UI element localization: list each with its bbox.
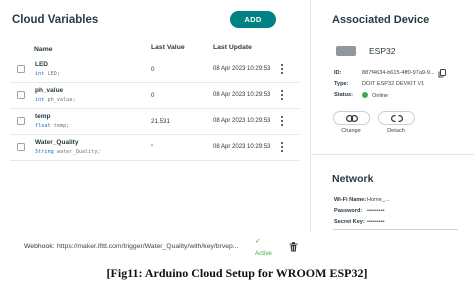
variable-last-value: 21.531 xyxy=(151,118,170,125)
variable-last-update: 08 Apr 2023 10:29:53 xyxy=(213,92,271,98)
device-type-value: DOIT ESP32 DEVKIT V1 xyxy=(362,81,425,87)
secret-key-label: Secret Key: xyxy=(334,219,365,225)
cloud-variables-title: Cloud Variables xyxy=(12,14,99,26)
device-status-value: Online xyxy=(362,92,388,99)
more-options-icon[interactable] xyxy=(278,114,286,128)
associated-device-title: Associated Device xyxy=(332,14,430,26)
password-label: Password: xyxy=(334,208,363,214)
more-options-icon[interactable] xyxy=(278,88,286,102)
variable-declaration: float temp; xyxy=(35,123,70,129)
variable-declaration: int LED; xyxy=(35,71,60,77)
more-options-icon[interactable] xyxy=(278,62,286,76)
device-id-label: ID: xyxy=(334,70,342,76)
device-type-label: Type: xyxy=(334,81,349,87)
detach-device-button[interactable] xyxy=(378,111,415,125)
wifi-name-value: Home_... xyxy=(367,197,390,203)
check-icon: ✓ xyxy=(255,238,261,245)
copy-icon[interactable] xyxy=(438,69,446,78)
variable-declaration: int ph_value; xyxy=(35,97,76,103)
online-status-dot xyxy=(362,92,368,98)
wifi-name-label: Wi-Fi Name: xyxy=(334,197,367,203)
column-header-last-value: Last Value xyxy=(151,44,185,51)
change-device-button[interactable] xyxy=(333,111,370,125)
device-name: ESP32 xyxy=(369,46,396,56)
network-title: Network xyxy=(332,173,374,185)
table-row[interactable]: ph_value int ph_value; 0 08 Apr 2023 10:… xyxy=(10,83,300,109)
network-divider xyxy=(333,229,458,230)
arduino-cloud-thing-setup: Cloud Variables ADD Name ↓ Last Value Las… xyxy=(0,0,474,262)
variable-name: LED xyxy=(35,61,48,68)
variable-last-value: 0 xyxy=(151,92,155,99)
row-checkbox[interactable] xyxy=(17,91,25,99)
panel-divider xyxy=(310,0,311,232)
section-divider xyxy=(311,154,474,155)
webhook-label: Webhook: xyxy=(24,243,55,250)
table-row[interactable]: temp float temp; 21.531 08 Apr 2023 10:2… xyxy=(10,109,300,135)
unlink-icon xyxy=(390,114,403,122)
row-checkbox[interactable] xyxy=(17,65,25,73)
variable-last-update: 08 Apr 2023 10:29:53 xyxy=(213,66,271,72)
cloud-variables-panel: Cloud Variables ADD Name ↓ Last Value Las… xyxy=(0,0,310,232)
add-variable-button[interactable]: ADD xyxy=(230,11,276,28)
variable-name: Water_Quality xyxy=(35,139,79,146)
detach-label: Detach xyxy=(387,128,405,134)
link-icon xyxy=(345,114,358,122)
sort-arrow-icon: ↓ xyxy=(36,46,40,53)
variable-declaration: String water_Quality; xyxy=(35,149,101,155)
figure-caption: [Fig11: Arduino Cloud Setup for WROOM ES… xyxy=(106,266,368,280)
change-label: Change xyxy=(341,128,361,134)
table-row[interactable]: Water_Quality String water_Quality; " 08… xyxy=(10,135,300,161)
variable-last-update: 08 Apr 2023 10:29:53 xyxy=(213,118,271,124)
variable-last-value: 0 xyxy=(151,66,155,73)
device-id-value: 887f4634-b615-4ff0-97a9-9... xyxy=(362,70,435,76)
device-board-icon xyxy=(336,46,356,56)
trash-icon[interactable] xyxy=(289,242,298,252)
device-status-label: Status: xyxy=(334,92,353,98)
column-header-last-update: Last Update xyxy=(213,44,252,51)
secret-key-value: ••••••••• xyxy=(367,219,385,225)
more-options-icon[interactable] xyxy=(278,140,286,154)
webhook-status: Active xyxy=(255,250,272,257)
table-row[interactable]: LED int LED; 0 08 Apr 2023 10:29:53 xyxy=(10,57,300,83)
webhook-bar: Webhook: https://maker.ifttt.com/trigger… xyxy=(0,232,474,262)
row-checkbox[interactable] xyxy=(17,117,25,125)
variable-name: ph_value xyxy=(35,87,64,94)
password-value: ••••••••• xyxy=(367,208,385,214)
variable-last-value: " xyxy=(151,144,154,151)
variable-name: temp xyxy=(35,113,51,120)
variables-table-header: Name ↓ Last Value Last Update xyxy=(0,42,300,56)
webhook-url[interactable]: https://maker.ifttt.com/trigger/Water_Qu… xyxy=(57,243,238,250)
row-checkbox[interactable] xyxy=(17,143,25,151)
variable-last-update: 08 Apr 2023 10:29:53 xyxy=(213,144,271,150)
